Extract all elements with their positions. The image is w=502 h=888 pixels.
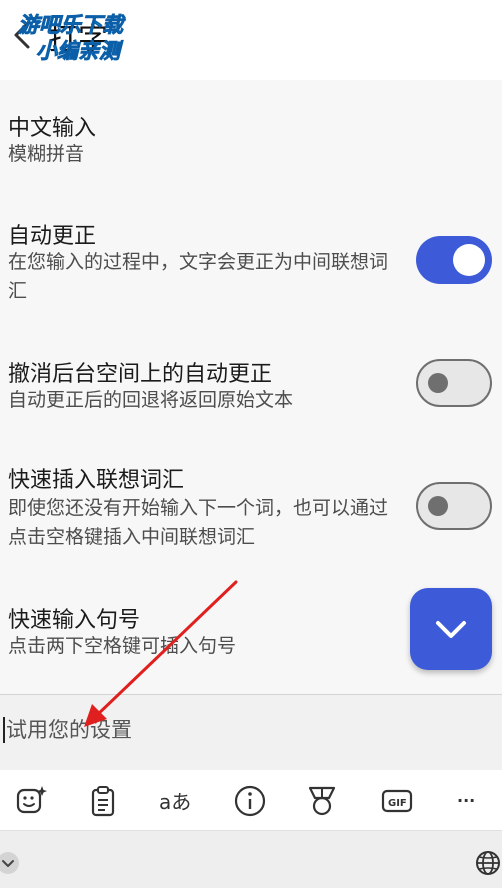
globe-icon[interactable] — [474, 849, 502, 877]
collapse-keyboard-button[interactable] — [410, 588, 492, 670]
setting-description: 模糊拼音 — [8, 143, 85, 165]
setting-description: 即使您还没有开始输入下一个词，也可以通过点击空格键插入中间联想词汇 — [8, 497, 389, 548]
setting-auto-correct[interactable]: 自动更正 在您输入的过程中，文字会更正为中间联想词汇 — [0, 210, 502, 310]
setting-title: 快速输入句号 — [8, 608, 141, 633]
gif-icon[interactable]: GIF — [380, 784, 414, 818]
toggle-knob — [453, 244, 485, 276]
setting-description: 点击两下空格键可插入句号 — [8, 635, 237, 657]
toggle-knob — [428, 496, 448, 516]
svg-text:游吧乐下载: 游吧乐下载 — [18, 13, 126, 37]
emoji-sparkle-icon[interactable] — [14, 784, 48, 818]
top-bar: 打字 游吧乐下载 小编亲测 — [0, 0, 502, 80]
medal-icon[interactable] — [305, 784, 339, 818]
keyboard-toolbar: aあ GIF ··· — [0, 770, 502, 830]
more-options-icon[interactable]: ··· — [455, 784, 489, 818]
quick-insert-toggle[interactable] — [416, 482, 492, 530]
setting-description: 在您输入的过程中，文字会更正为中间联想词汇 — [8, 251, 389, 302]
setting-title: 快速插入联想词汇 — [8, 468, 185, 493]
svg-text:aあ: aあ — [159, 790, 191, 814]
text-cursor — [3, 717, 5, 743]
setting-title: 撤消后台空间上的自动更正 — [8, 362, 273, 387]
setting-chinese-input[interactable]: 中文输入 模糊拼音 — [0, 100, 502, 180]
chevron-down-icon — [436, 621, 466, 638]
setting-quick-insert-suggestion[interactable]: 快速插入联想词汇 即使您还没有开始输入下一个词，也可以通过点击空格键插入中间联想… — [0, 458, 502, 558]
toggle-knob — [428, 373, 448, 393]
setting-title: 中文输入 — [8, 116, 97, 141]
keyboard-bottom-bar — [0, 830, 502, 888]
watermark-logo: 游吧乐下载 小编亲测 — [18, 13, 127, 64]
clipboard-icon[interactable] — [86, 784, 120, 818]
setting-description: 自动更正后的回退将返回原始文本 — [8, 389, 294, 411]
svg-text:小编亲测: 小编亲测 — [36, 39, 124, 63]
chevron-down-circle-icon[interactable] — [0, 851, 24, 875]
auto-correct-toggle[interactable] — [416, 236, 492, 284]
svg-text:GIF: GIF — [388, 798, 407, 809]
translate-icon[interactable]: aあ — [158, 784, 198, 818]
trial-input-field[interactable]: 试用您的设置 — [0, 694, 502, 770]
undo-autocorrect-toggle[interactable] — [416, 359, 492, 407]
setting-undo-autocorrect-backspace[interactable]: 撤消后台空间上的自动更正 自动更正后的回退将返回原始文本 — [0, 350, 502, 420]
trial-input-placeholder: 试用您的设置 — [6, 718, 132, 742]
setting-title: 自动更正 — [8, 224, 97, 249]
info-icon[interactable] — [233, 784, 267, 818]
svg-text:···: ··· — [457, 791, 475, 810]
